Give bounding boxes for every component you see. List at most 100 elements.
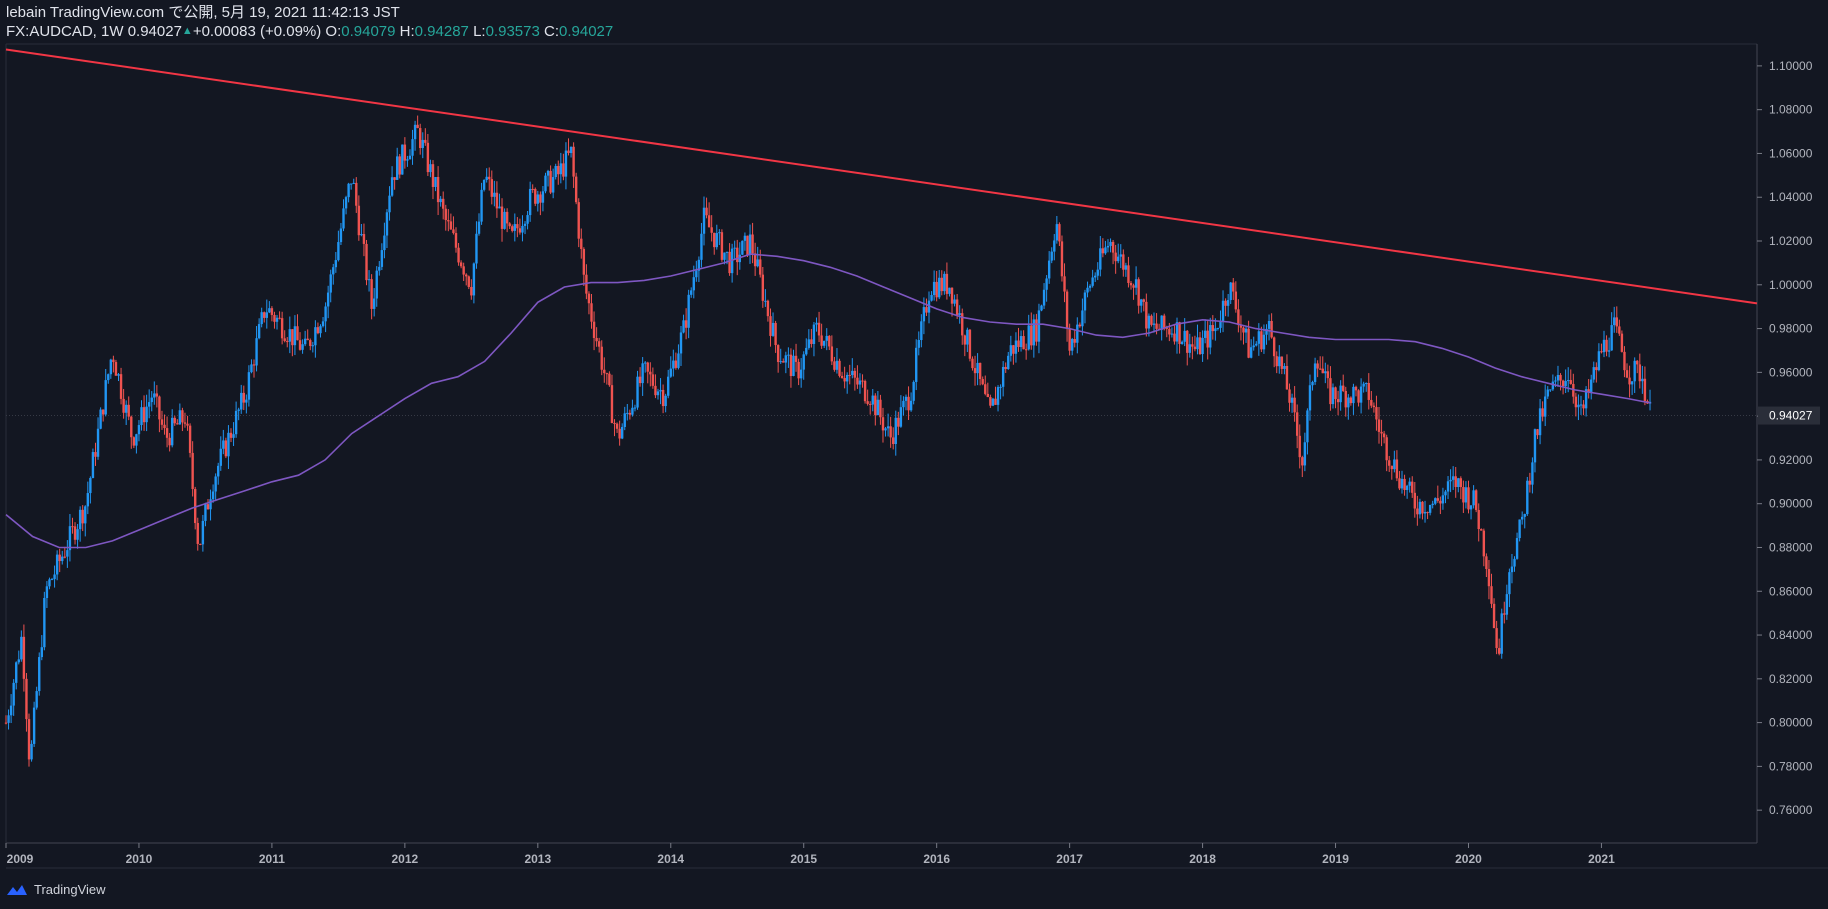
candle-up xyxy=(1408,481,1411,486)
candle-up xyxy=(1249,347,1253,358)
candle-down xyxy=(25,678,28,720)
candle-up xyxy=(413,124,417,140)
candle-up xyxy=(1418,501,1422,515)
candle-down xyxy=(1439,500,1442,504)
x-tick-label: 2011 xyxy=(259,852,285,866)
candle-up xyxy=(1180,341,1184,344)
candle-up xyxy=(1262,334,1266,350)
candle-up xyxy=(659,389,662,392)
candle-down xyxy=(1012,345,1015,354)
candle-up xyxy=(96,428,100,457)
candle-up xyxy=(909,400,913,411)
candle-down xyxy=(973,368,977,374)
candle-up xyxy=(434,176,437,187)
candle-up xyxy=(378,266,381,271)
candle-down xyxy=(362,234,366,244)
candle-down xyxy=(365,243,368,281)
candle-down xyxy=(1260,331,1263,350)
candle-up xyxy=(222,440,225,449)
candle-down xyxy=(1163,315,1166,328)
candle-up xyxy=(7,715,10,723)
candle-down xyxy=(707,215,711,228)
candle-down xyxy=(63,556,67,558)
candle-up xyxy=(347,183,350,198)
candle-up xyxy=(55,554,59,575)
candle-down xyxy=(1480,529,1483,531)
candle-down xyxy=(531,188,534,190)
candle-up xyxy=(546,170,550,176)
candle-up xyxy=(480,189,483,222)
candle-up xyxy=(1267,320,1271,329)
candle-up xyxy=(1607,350,1611,352)
candle-up xyxy=(334,260,338,268)
candle-down xyxy=(608,373,611,386)
candle-up xyxy=(1007,355,1010,370)
candle-down xyxy=(112,359,115,363)
candle-up xyxy=(725,251,729,253)
candle-down xyxy=(1390,465,1393,470)
y-tick-label: 1.02000 xyxy=(1769,234,1813,248)
candle-up xyxy=(996,387,1000,405)
candle-down xyxy=(994,398,997,405)
candle-up xyxy=(805,347,808,355)
candle-down xyxy=(119,374,123,399)
y-tick-label: 0.90000 xyxy=(1769,497,1813,511)
candle-up xyxy=(1214,328,1217,332)
candle-down xyxy=(751,234,754,254)
candle-up xyxy=(1564,380,1567,387)
candle-down xyxy=(500,206,504,229)
candle-down xyxy=(684,320,688,328)
candle-down xyxy=(280,318,284,339)
candle-up xyxy=(1106,245,1110,248)
candle-up xyxy=(1472,490,1475,506)
x-tick-label: 2012 xyxy=(392,852,419,866)
candle-down xyxy=(1318,368,1322,370)
candle-up xyxy=(86,493,90,507)
candle-up xyxy=(1531,462,1534,485)
candle-up xyxy=(421,139,424,149)
candle-up xyxy=(1042,289,1046,306)
price-chart[interactable]: 1.10000 1.08000 1.06000 1.04000 1.02000 1.000… xyxy=(0,0,1828,909)
candle-down xyxy=(447,220,450,222)
candle-up xyxy=(1508,572,1511,595)
candle-down xyxy=(720,232,724,260)
candle-down xyxy=(186,423,189,426)
candle-up xyxy=(293,326,297,346)
candle-down xyxy=(866,401,869,404)
candle-down xyxy=(142,407,146,423)
candle-up xyxy=(1009,345,1013,356)
candle-up xyxy=(677,353,680,368)
candle-up xyxy=(1308,385,1312,411)
candle-up xyxy=(748,234,752,255)
candle-down xyxy=(1122,254,1125,270)
candle-down xyxy=(940,277,943,292)
candle-up xyxy=(1070,339,1074,351)
candle-down xyxy=(1370,399,1373,406)
candle-down xyxy=(1485,556,1488,570)
candle-down xyxy=(1623,351,1626,371)
candle-up xyxy=(554,165,557,178)
candle-up xyxy=(43,598,46,648)
candle-up xyxy=(38,657,41,692)
candle-up xyxy=(1434,498,1437,504)
candle-down xyxy=(1436,498,1440,501)
candle-down xyxy=(1101,248,1105,254)
y-tick-label: 1.00000 xyxy=(1769,278,1813,292)
candle-down xyxy=(465,274,468,277)
candle-down xyxy=(820,335,823,346)
candle-up xyxy=(1306,410,1309,443)
candle-down xyxy=(1497,648,1501,654)
candle-down xyxy=(580,238,583,250)
candle-up xyxy=(1431,503,1434,505)
candle-up xyxy=(78,509,82,530)
candle-up xyxy=(104,380,107,415)
candle-up xyxy=(1428,504,1432,513)
candle-down xyxy=(4,722,8,724)
candle-up xyxy=(380,250,384,267)
candle-down xyxy=(562,163,565,177)
candle-up xyxy=(784,355,788,363)
candle-down xyxy=(1561,380,1565,387)
descending-trend-line xyxy=(5,48,1758,305)
candle-down xyxy=(1377,419,1381,432)
x-tick-label: 2015 xyxy=(790,852,817,866)
